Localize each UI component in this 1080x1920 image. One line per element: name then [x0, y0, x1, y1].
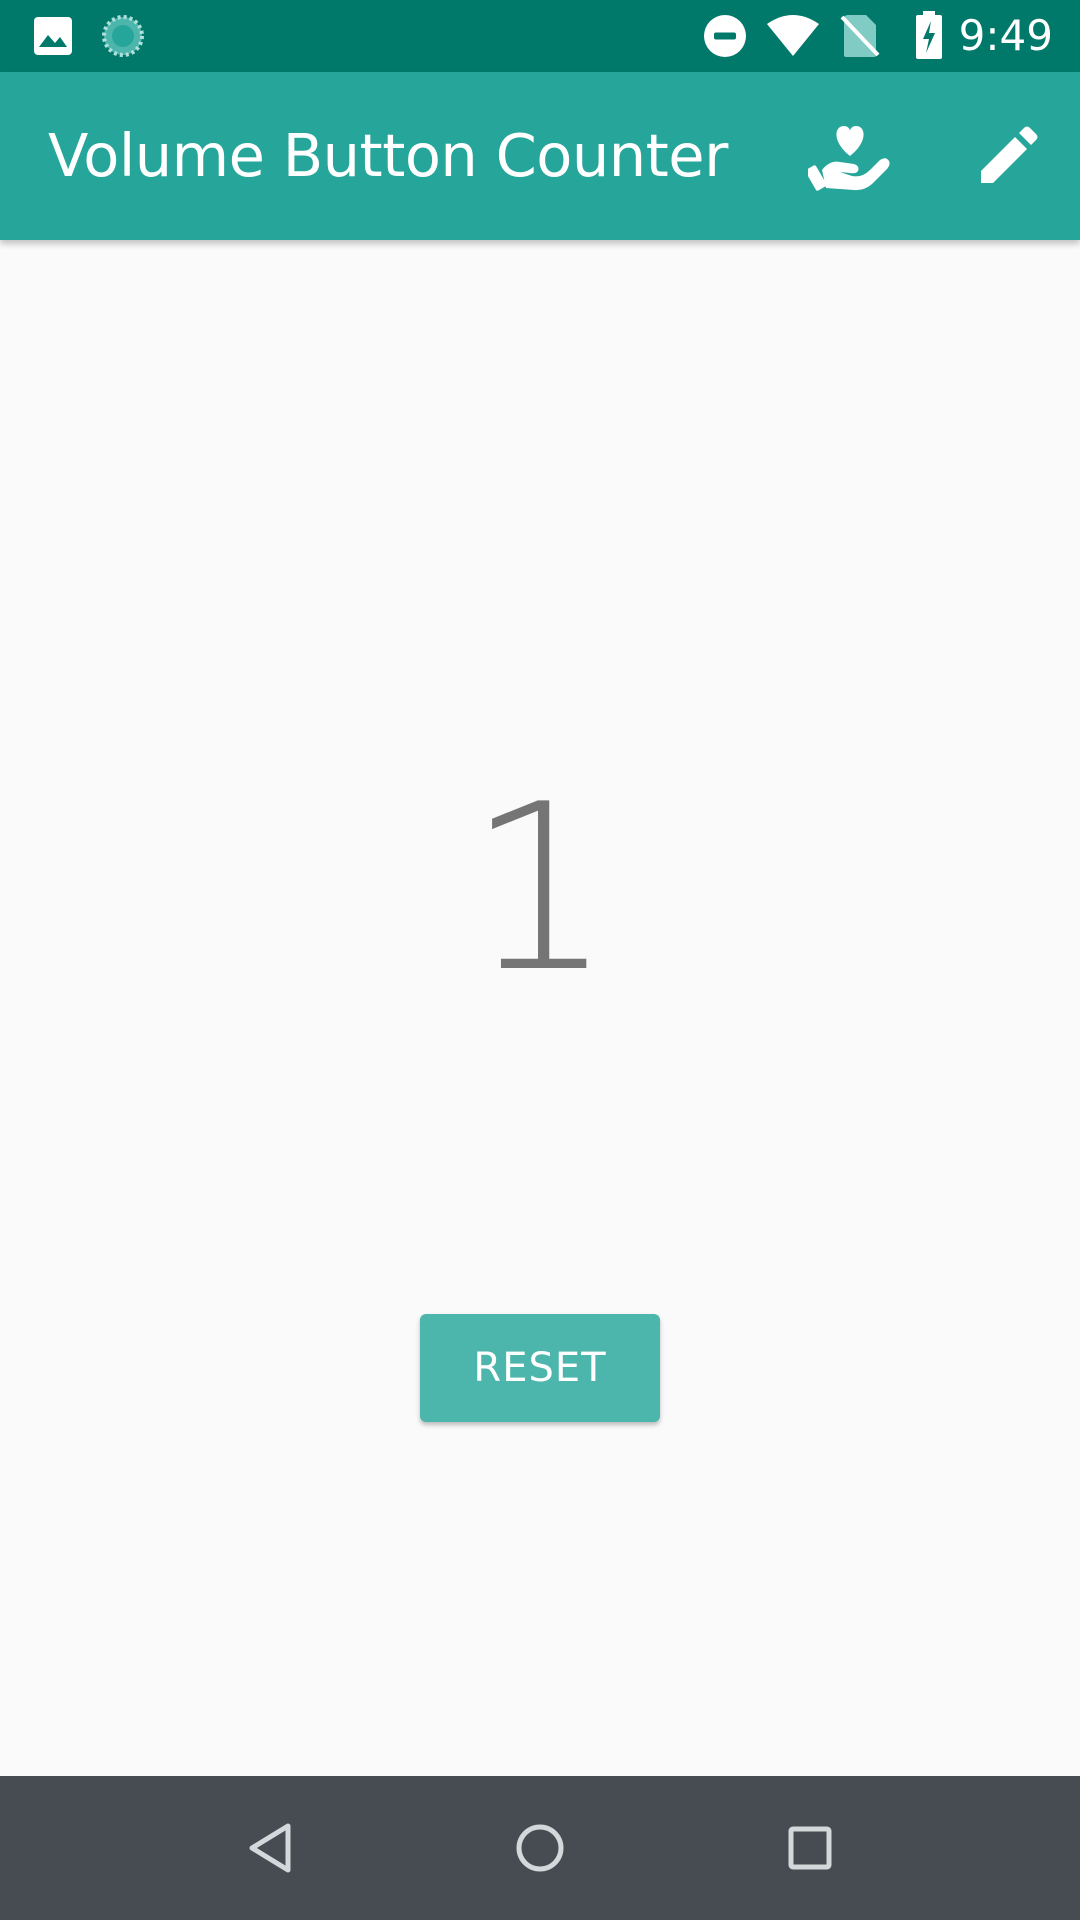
donate-heart-hand-icon — [808, 126, 890, 191]
home-icon — [516, 1824, 564, 1872]
counter-value: 1 — [466, 756, 614, 1023]
sync-progress-icon — [100, 14, 146, 58]
recents-icon — [788, 1826, 832, 1870]
image-notification-icon — [30, 14, 76, 58]
back-button[interactable] — [222, 1800, 318, 1896]
app-title: Volume Button Counter — [48, 121, 728, 190]
status-time: 9:49 — [958, 11, 1053, 60]
back-icon — [249, 1823, 291, 1873]
navigation-bar — [0, 1776, 1080, 1920]
reset-button[interactable]: RESET — [420, 1314, 660, 1422]
no-sim-icon — [838, 12, 882, 60]
battery-charging-icon — [912, 10, 946, 62]
wifi-icon — [765, 12, 821, 60]
status-bar: 9:49 — [0, 0, 1080, 72]
edit-pencil-icon — [981, 126, 1038, 183]
counter-content: 1 — [0, 240, 1080, 1776]
donate-button[interactable] — [802, 108, 898, 204]
do-not-disturb-icon — [702, 14, 748, 58]
recents-button[interactable] — [762, 1800, 858, 1896]
home-button[interactable] — [492, 1800, 588, 1896]
app-bar: Volume Button Counter — [0, 72, 1080, 240]
edit-button[interactable] — [960, 108, 1056, 204]
